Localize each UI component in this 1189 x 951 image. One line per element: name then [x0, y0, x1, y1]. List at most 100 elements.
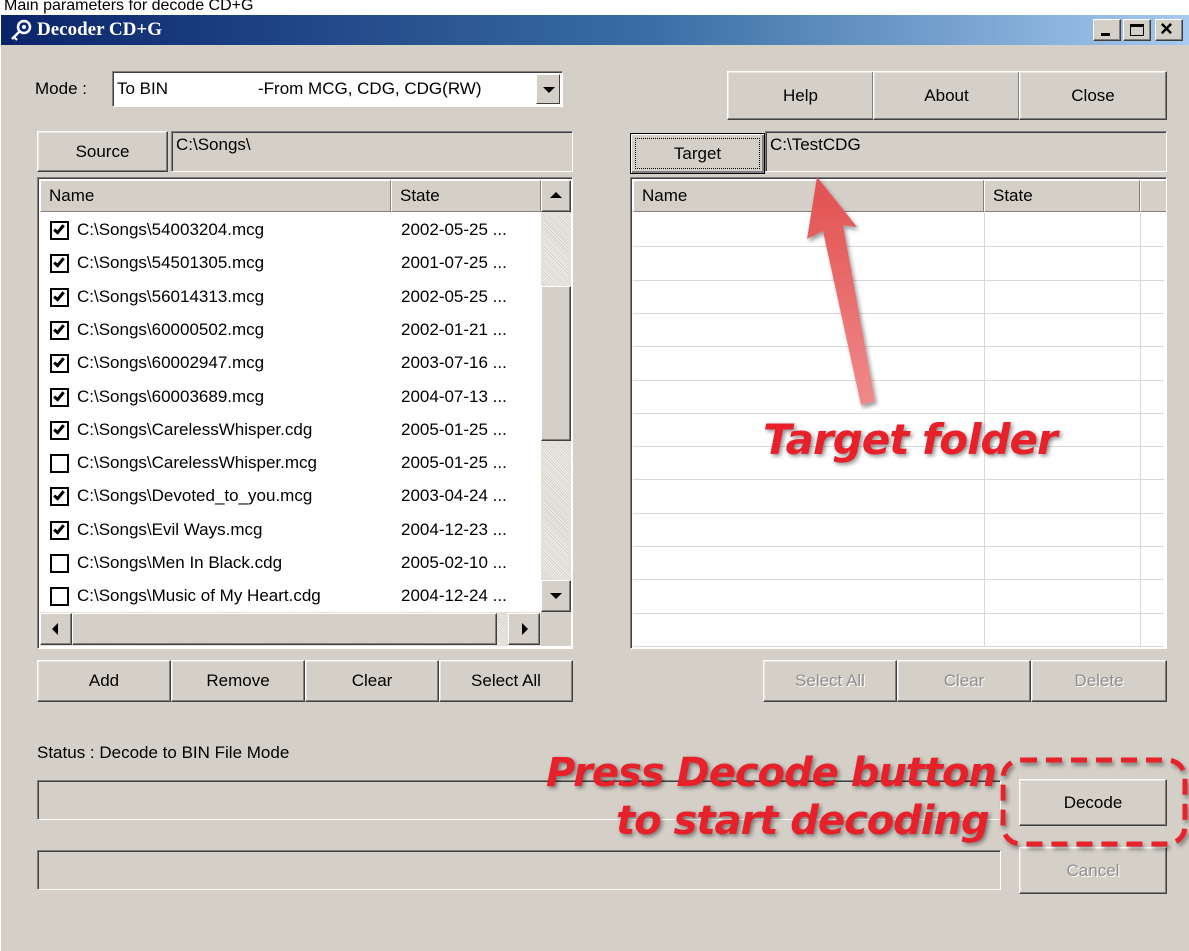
- row-state: 2005-01-25 ...: [401, 453, 507, 473]
- source-horizontal-scrollbar[interactable]: [40, 612, 541, 646]
- target-clear-button[interactable]: Clear: [897, 660, 1031, 702]
- checkmark-icon: [53, 355, 65, 368]
- target-col-extra-header[interactable]: [1140, 180, 1166, 212]
- window-title: Decoder CD+G: [37, 19, 162, 40]
- checkmark-icon: [53, 255, 65, 268]
- table-row[interactable]: C:\Songs\Music of My Heart.cdg 2004-12-24…: [40, 580, 541, 613]
- grid-line: [633, 579, 1164, 581]
- scroll-thumb[interactable]: [541, 286, 571, 441]
- select-all-button[interactable]: Select All: [439, 660, 573, 702]
- row-checkbox[interactable]: [50, 387, 69, 407]
- target-select-all-button[interactable]: Select All: [763, 660, 897, 702]
- row-state: 2004-12-24 ...: [401, 586, 507, 606]
- table-row[interactable]: C:\Songs\56014313.mcg 2002-05-25 ...: [40, 281, 541, 314]
- row-name: C:\Songs\60003689.mcg: [77, 386, 265, 406]
- row-checkbox[interactable]: [50, 487, 69, 507]
- close-button[interactable]: Close: [1019, 71, 1167, 120]
- checkmark-icon: [53, 488, 65, 502]
- help-button[interactable]: Help: [727, 71, 874, 120]
- grid-line: [633, 546, 1164, 547]
- clear-button[interactable]: Clear: [305, 660, 439, 702]
- progress-bar-secondary: [37, 850, 1001, 890]
- scroll-corner: [541, 612, 571, 646]
- table-row[interactable]: C:\Songs\Men In Black.cdg 2005-02-10 ...: [40, 547, 541, 580]
- grid-line: [633, 645, 1164, 647]
- scroll-up-button[interactable]: [541, 180, 571, 212]
- table-row[interactable]: C:\Songs\CarelessWhisper.cdg 2005-01-25 .…: [40, 414, 541, 447]
- row-name: C:\Songs\Men In Black.cdg: [77, 553, 283, 572]
- source-button[interactable]: Source: [37, 131, 168, 172]
- table-row[interactable]: C:\Songs\54003204.mcg 2002-05-25 ...: [40, 214, 541, 247]
- grid-line: [633, 479, 1164, 481]
- about-button[interactable]: About: [873, 71, 1020, 120]
- remove-button[interactable]: Remove: [171, 660, 305, 702]
- title-bar[interactable]: Decoder CD+G ×: [1, 15, 1189, 45]
- checkmark-icon: [53, 288, 65, 302]
- mode-dropdown-button[interactable]: [536, 74, 560, 104]
- chevron-down-icon: [543, 87, 555, 93]
- status-text: Status : Decode to BIN File Mode: [37, 743, 290, 762]
- grid-line: [633, 346, 1164, 348]
- grid-line: [633, 512, 1164, 514]
- chevron-left-icon: [52, 623, 58, 635]
- minimize-icon: [1101, 33, 1110, 36]
- row-checkbox[interactable]: [50, 554, 69, 573]
- row-checkbox[interactable]: [50, 520, 69, 540]
- target-col-state-header[interactable]: State: [984, 180, 1140, 212]
- scroll-left-button[interactable]: [40, 613, 72, 645]
- cancel-button[interactable]: Cancel: [1019, 847, 1167, 894]
- row-checkbox[interactable]: [50, 221, 69, 240]
- scroll-right-button[interactable]: [508, 613, 540, 645]
- target-col-name-header[interactable]: Name: [633, 180, 984, 212]
- source-col-state-header[interactable]: State: [391, 180, 541, 212]
- table-row[interactable]: C:\Songs\Devoted_to_you.mcg 2003-04-24 ..…: [40, 480, 541, 513]
- table-row[interactable]: C:\Songs\60003689.mcg 2004-07-13 ...: [40, 381, 541, 414]
- table-row[interactable]: C:\Songs\Evil Ways.mcg 2004-12-23 ...: [40, 514, 541, 547]
- hscroll-thumb[interactable]: [72, 613, 497, 645]
- grid-line: [633, 279, 1164, 281]
- chevron-down-icon: [550, 593, 562, 599]
- target-delete-button[interactable]: Delete: [1031, 660, 1167, 702]
- row-name: C:\Songs\54003204.mcg: [77, 220, 265, 239]
- row-checkbox[interactable]: [50, 420, 69, 440]
- row-checkbox[interactable]: [50, 320, 69, 340]
- row-state: 2004-12-23 ...: [401, 519, 507, 539]
- row-name: C:\Songs\60000502.mcg: [77, 319, 265, 339]
- target-file-list[interactable]: Name State: [630, 177, 1167, 649]
- row-checkbox[interactable]: [50, 254, 69, 274]
- decoder-window: Decoder CD+G × Mode : To BIN -From MCG, …: [0, 14, 1189, 951]
- add-button[interactable]: Add: [37, 660, 171, 702]
- target-button[interactable]: Target: [630, 133, 765, 174]
- table-row[interactable]: C:\Songs\CarelessWhisper.mcg 2005-01-25 .…: [40, 447, 541, 480]
- chevron-right-icon: [522, 623, 528, 635]
- decode-button[interactable]: Decode: [1019, 779, 1167, 826]
- target-path: C:\TestCDG: [765, 131, 1167, 172]
- row-state: 2002-05-25 ...: [401, 286, 507, 306]
- target-folder-annotation: Target folder: [763, 415, 1058, 464]
- mode-select[interactable]: To BIN -From MCG, CDG, CDG(RW): [112, 71, 563, 107]
- checkmark-icon: [53, 522, 65, 535]
- row-name: C:\Songs\Devoted_to_you.mcg: [77, 486, 313, 506]
- row-checkbox[interactable]: [50, 287, 69, 307]
- source-path: C:\Songs\: [171, 131, 573, 172]
- chevron-up-icon: [550, 192, 562, 198]
- row-checkbox[interactable]: [50, 587, 69, 607]
- table-row[interactable]: C:\Songs\54501305.mcg 2001-07-25 ...: [40, 247, 541, 280]
- scroll-down-button[interactable]: [541, 580, 571, 612]
- table-row[interactable]: C:\Songs\60002947.mcg 2003-07-16 ...: [40, 347, 541, 380]
- minimize-button[interactable]: [1093, 19, 1121, 41]
- row-name: C:\Songs\CarelessWhisper.cdg: [77, 419, 313, 439]
- app-key-icon: [9, 19, 33, 41]
- row-state: 2002-05-25 ...: [401, 220, 507, 239]
- table-row[interactable]: C:\Songs\60000502.mcg 2002-01-21 ...: [40, 314, 541, 347]
- source-col-name-header[interactable]: Name: [40, 180, 391, 212]
- row-checkbox[interactable]: [50, 354, 69, 374]
- row-name: C:\Songs\60002947.mcg: [77, 353, 265, 373]
- grid-line: [633, 379, 1164, 381]
- checkmark-icon: [53, 222, 65, 235]
- close-window-button[interactable]: ×: [1155, 18, 1183, 41]
- maximize-button[interactable]: [1123, 19, 1151, 41]
- source-file-list[interactable]: Name State C:\Songs\54003204.mcg 2002-05-…: [37, 177, 573, 649]
- row-checkbox[interactable]: [50, 454, 69, 474]
- source-vertical-scrollbar[interactable]: [541, 180, 571, 612]
